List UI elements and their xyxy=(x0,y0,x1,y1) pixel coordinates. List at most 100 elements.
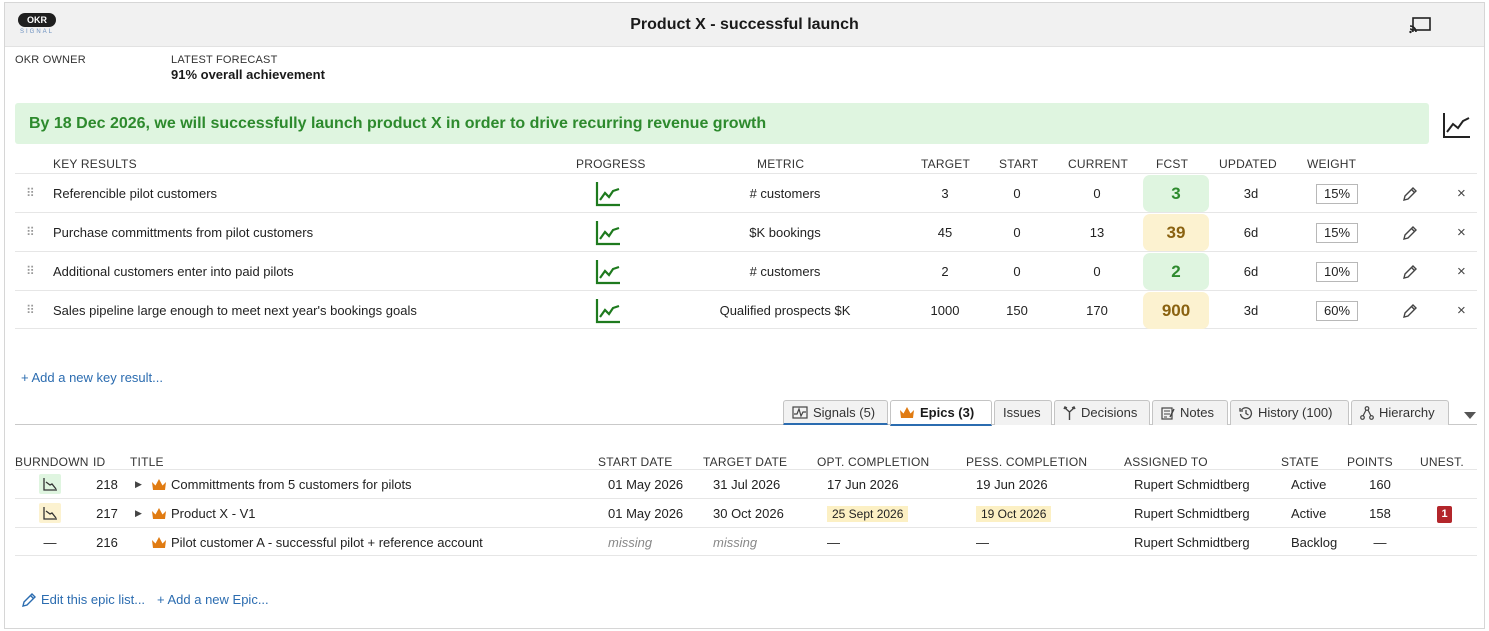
edit-pencil-icon[interactable] xyxy=(1401,185,1419,203)
kr-start: 150 xyxy=(1006,303,1028,318)
drag-handle-icon[interactable]: ⠿ xyxy=(26,291,35,330)
tab-history[interactable]: History (100) xyxy=(1230,400,1349,425)
epic-header-points: POINTS xyxy=(1347,455,1393,469)
kr-name[interactable]: Referencible pilot customers xyxy=(53,174,217,213)
kr-metric: # customers xyxy=(749,186,821,201)
latest-forecast-label: LATEST FORECAST xyxy=(171,54,278,66)
title-bar: OKR SIGNAL Product X - successful launch xyxy=(5,3,1484,47)
progress-chart-icon[interactable] xyxy=(595,220,621,246)
key-result-row[interactable]: ⠿ Sales pipeline large enough to meet ne… xyxy=(15,290,1477,329)
expand-triangle-icon[interactable]: ▶ xyxy=(135,499,142,528)
progress-chart-icon[interactable] xyxy=(595,298,621,324)
tabs-overflow-chevron-down-icon[interactable] xyxy=(1464,412,1476,419)
epic-header-pess-completion: PESS. COMPLETION xyxy=(966,455,1088,469)
epic-header-id: ID xyxy=(93,455,106,469)
hierarchy-icon xyxy=(1360,405,1374,420)
key-result-row[interactable]: ⠿ Additional customers enter into paid p… xyxy=(15,251,1477,290)
key-result-row[interactable]: ⠿ Referencible pilot customers # custome… xyxy=(15,173,1477,212)
add-key-result-link[interactable]: + Add a new key result... xyxy=(21,370,163,385)
kr-weight[interactable]: 10% xyxy=(1316,262,1358,282)
progress-chart-icon[interactable] xyxy=(595,259,621,285)
kr-weight[interactable]: 15% xyxy=(1316,184,1358,204)
epic-row[interactable]: 217 ▶ Product X - V1 01 May 2026 30 Oct … xyxy=(15,498,1477,527)
epic-target-date: 30 Oct 2026 xyxy=(713,506,784,521)
epic-header-target-date: TARGET DATE xyxy=(703,455,788,469)
epic-id: 218 xyxy=(96,477,118,492)
tab-decisions[interactable]: Decisions xyxy=(1054,400,1150,425)
epic-opt-completion: — xyxy=(827,535,840,550)
tab-notes[interactable]: Notes xyxy=(1152,400,1228,425)
epic-header-title: TITLE xyxy=(130,455,164,469)
epic-row[interactable]: 218 ▶ Committments from 5 customers for … xyxy=(15,469,1477,498)
crown-icon xyxy=(152,537,166,548)
epic-title[interactable]: Product X - V1 xyxy=(171,499,256,528)
drag-handle-icon[interactable]: ⠿ xyxy=(26,213,35,252)
drag-handle-icon[interactable]: ⠿ xyxy=(26,252,35,291)
kr-start: 0 xyxy=(1013,225,1021,240)
edit-pencil-icon[interactable] xyxy=(1401,263,1419,281)
tab-history-label: History (100) xyxy=(1258,405,1333,420)
kr-fcst[interactable]: 3 xyxy=(1143,175,1209,212)
epic-target-date: missing xyxy=(713,535,758,550)
kr-updated: 3d xyxy=(1243,303,1259,318)
kr-name[interactable]: Sales pipeline large enough to meet next… xyxy=(53,291,417,330)
drag-handle-icon[interactable]: ⠿ xyxy=(26,174,35,213)
edit-pencil-icon[interactable] xyxy=(1401,302,1419,320)
edit-pencil-icon[interactable] xyxy=(21,592,37,608)
remove-kr-icon[interactable]: × xyxy=(1457,174,1466,213)
cast-screen-icon[interactable] xyxy=(1408,16,1432,34)
history-icon xyxy=(1239,406,1253,419)
page-title: Product X - successful launch xyxy=(630,16,859,33)
kr-metric: Qualified prospects $K xyxy=(719,303,851,318)
epic-header-start-date: START DATE xyxy=(598,455,673,469)
kr-start: 0 xyxy=(1013,264,1021,279)
kr-header-fcst: FCST xyxy=(1156,157,1189,171)
epic-assigned-to: Rupert Schmidtberg xyxy=(1134,506,1250,521)
kr-name[interactable]: Additional customers enter into paid pil… xyxy=(53,252,294,291)
tab-issues[interactable]: Issues xyxy=(994,400,1052,425)
kr-fcst[interactable]: 2 xyxy=(1143,253,1209,290)
kr-name[interactable]: Purchase committments from pilot custome… xyxy=(53,213,313,252)
remove-kr-icon[interactable]: × xyxy=(1457,252,1466,291)
burndown-chart-icon[interactable] xyxy=(39,503,61,523)
remove-kr-icon[interactable]: × xyxy=(1457,291,1466,330)
burndown-chart-icon[interactable] xyxy=(39,474,61,494)
kr-header-progress: PROGRESS xyxy=(576,157,646,171)
progress-chart-icon[interactable] xyxy=(595,181,621,207)
epic-title[interactable]: Committments from 5 customers for pilots xyxy=(171,470,412,499)
epic-header-state: STATE xyxy=(1281,455,1319,469)
edit-epic-list-link[interactable]: Edit this epic list... xyxy=(41,592,145,607)
expand-triangle-icon[interactable]: ▶ xyxy=(135,470,142,499)
epic-id: 216 xyxy=(96,535,118,550)
kr-weight[interactable]: 60% xyxy=(1316,301,1358,321)
unestimated-count-badge[interactable]: 1 xyxy=(1437,506,1452,523)
key-result-row[interactable]: ⠿ Purchase committments from pilot custo… xyxy=(15,212,1477,251)
tab-epics[interactable]: Epics (3) xyxy=(890,400,992,426)
kr-weight[interactable]: 15% xyxy=(1316,223,1358,243)
okr-panel: OKR SIGNAL Product X - successful launch… xyxy=(4,2,1485,629)
epic-start-date: missing xyxy=(608,535,653,550)
epic-state: Active xyxy=(1291,477,1327,492)
kr-updated: 6d xyxy=(1243,225,1259,240)
kr-fcst[interactable]: 900 xyxy=(1143,292,1209,329)
epic-points: — xyxy=(1373,535,1387,550)
kr-metric: $K bookings xyxy=(749,225,821,240)
kr-updated: 3d xyxy=(1243,186,1259,201)
crown-icon xyxy=(152,508,166,519)
epic-pess-completion: — xyxy=(976,535,989,550)
trend-chart-icon[interactable] xyxy=(1442,111,1472,139)
epic-row[interactable]: — 216 Pilot customer A - successful pilo… xyxy=(15,527,1477,556)
kr-fcst[interactable]: 39 xyxy=(1143,214,1209,251)
epic-burndown-none: — xyxy=(43,535,57,550)
tab-hierarchy[interactable]: Hierarchy xyxy=(1351,400,1449,425)
epic-start-date: 01 May 2026 xyxy=(608,477,684,492)
tab-signals[interactable]: Signals (5) xyxy=(783,400,888,425)
kr-target: 45 xyxy=(937,225,953,240)
epic-opt-completion: 25 Sept 2026 xyxy=(827,506,909,522)
epic-title[interactable]: Pilot customer A - successful pilot + re… xyxy=(171,528,483,557)
edit-pencil-icon[interactable] xyxy=(1401,224,1419,242)
tab-epics-label: Epics (3) xyxy=(920,405,975,420)
add-epic-link[interactable]: + Add a new Epic... xyxy=(157,592,269,607)
kr-header-current: CURRENT xyxy=(1068,157,1129,171)
remove-kr-icon[interactable]: × xyxy=(1457,213,1466,252)
